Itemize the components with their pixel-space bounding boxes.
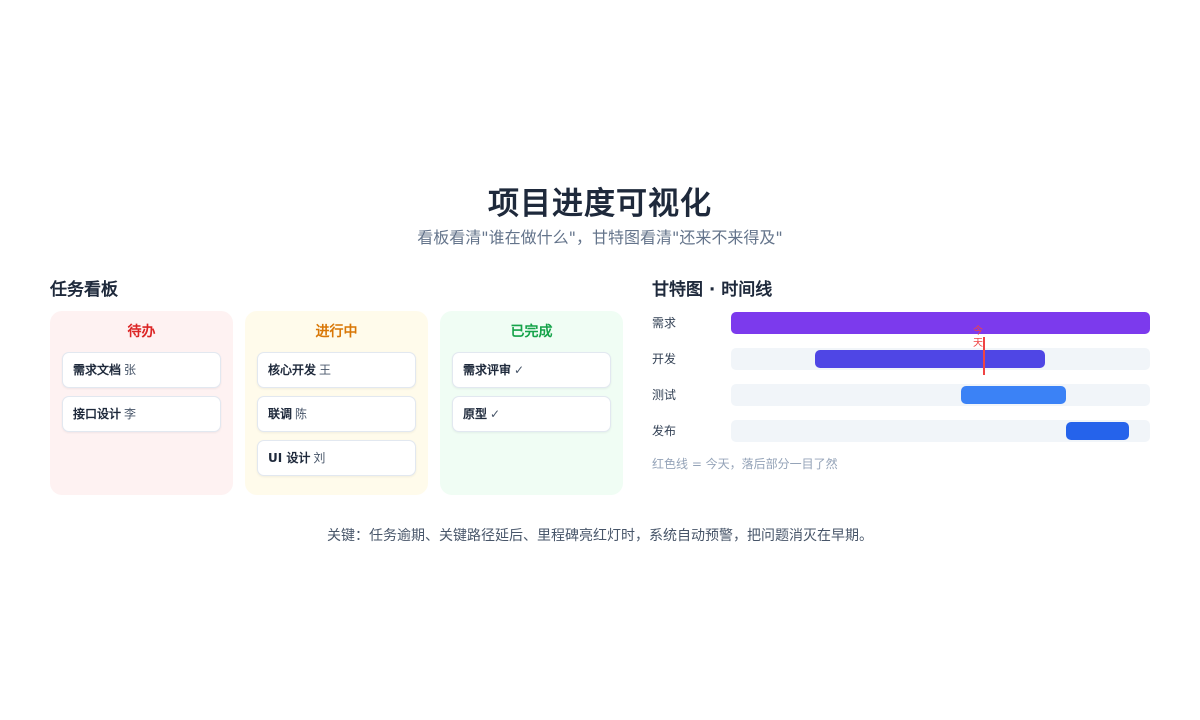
task-name: 需求评审 (463, 363, 512, 377)
gantt-row-testing: 测试 (652, 383, 1150, 407)
task-name: 需求文档 (73, 363, 122, 377)
task-name: 核心开发 (268, 363, 317, 377)
page-subtitle: 看板看清"谁在做什么"，甘特图看清"还来不来得及" (417, 228, 783, 247)
task-card[interactable]: UI 设计刘 (257, 440, 416, 476)
column-header-done: 已完成 (510, 324, 553, 340)
gantt-track (731, 420, 1150, 442)
task-owner: 刘 (313, 451, 326, 465)
kanban-column-in-progress: 进行中 核心开发王 联调陈 UI 设计刘 (245, 311, 428, 495)
task-name: 联调 (268, 407, 293, 421)
gantt-row-label: 开发 (652, 352, 677, 366)
gantt-bar[interactable] (731, 312, 1150, 334)
task-name: UI 设计 (268, 451, 311, 465)
task-card[interactable]: 原型 ✓ (452, 396, 611, 432)
kanban-column-done: 已完成 需求评审 ✓ 原型 ✓ (440, 311, 623, 495)
footer-note: 关键：任务逾期、关键路径延后、里程碑亮红灯时，系统自动预警，把问题消灭在早期。 (327, 528, 873, 544)
gantt-legend-note: 红色线 = 今天，落后部分一目了然 (652, 457, 838, 471)
kanban-title: 任务看板 (50, 280, 118, 300)
task-owner: 张 (124, 363, 137, 377)
gantt-track (731, 384, 1150, 406)
kanban-column-todo: 待办 需求文档张 接口设计李 (50, 311, 233, 495)
task-card[interactable]: 需求评审 ✓ (452, 352, 611, 388)
task-card[interactable]: 联调陈 (257, 396, 416, 432)
column-header-todo: 待办 (127, 324, 156, 340)
check-icon: ✓ (514, 363, 525, 377)
column-header-in-progress: 进行中 (315, 324, 358, 340)
gantt-title: 甘特图 · 时间线 (652, 280, 773, 300)
task-card[interactable]: 接口设计李 (62, 396, 221, 432)
task-name: 原型 (463, 407, 488, 421)
task-owner: 王 (319, 363, 332, 377)
task-card[interactable]: 需求文档张 (62, 352, 221, 388)
gantt-row-label: 发布 (652, 424, 677, 438)
gantt-track (731, 312, 1150, 334)
task-owner: 李 (124, 407, 137, 421)
check-icon: ✓ (490, 407, 501, 421)
gantt-row-development: 开发 (652, 347, 1150, 371)
gantt-track (731, 348, 1150, 370)
gantt-row-release: 发布 (652, 419, 1150, 443)
task-name: 接口设计 (73, 407, 122, 421)
gantt-row-label: 需求 (652, 316, 677, 330)
gantt-row-label: 测试 (652, 388, 677, 402)
gantt-row-requirements: 需求 (652, 311, 1150, 335)
task-owner: 陈 (295, 407, 308, 421)
today-marker-label: 今天 (973, 326, 983, 349)
gantt-bar[interactable] (1066, 422, 1129, 440)
page-title: 项目进度可视化 (488, 186, 712, 222)
gantt-bar[interactable] (961, 386, 1066, 404)
task-card[interactable]: 核心开发王 (257, 352, 416, 388)
gantt-bar[interactable] (815, 350, 1045, 368)
